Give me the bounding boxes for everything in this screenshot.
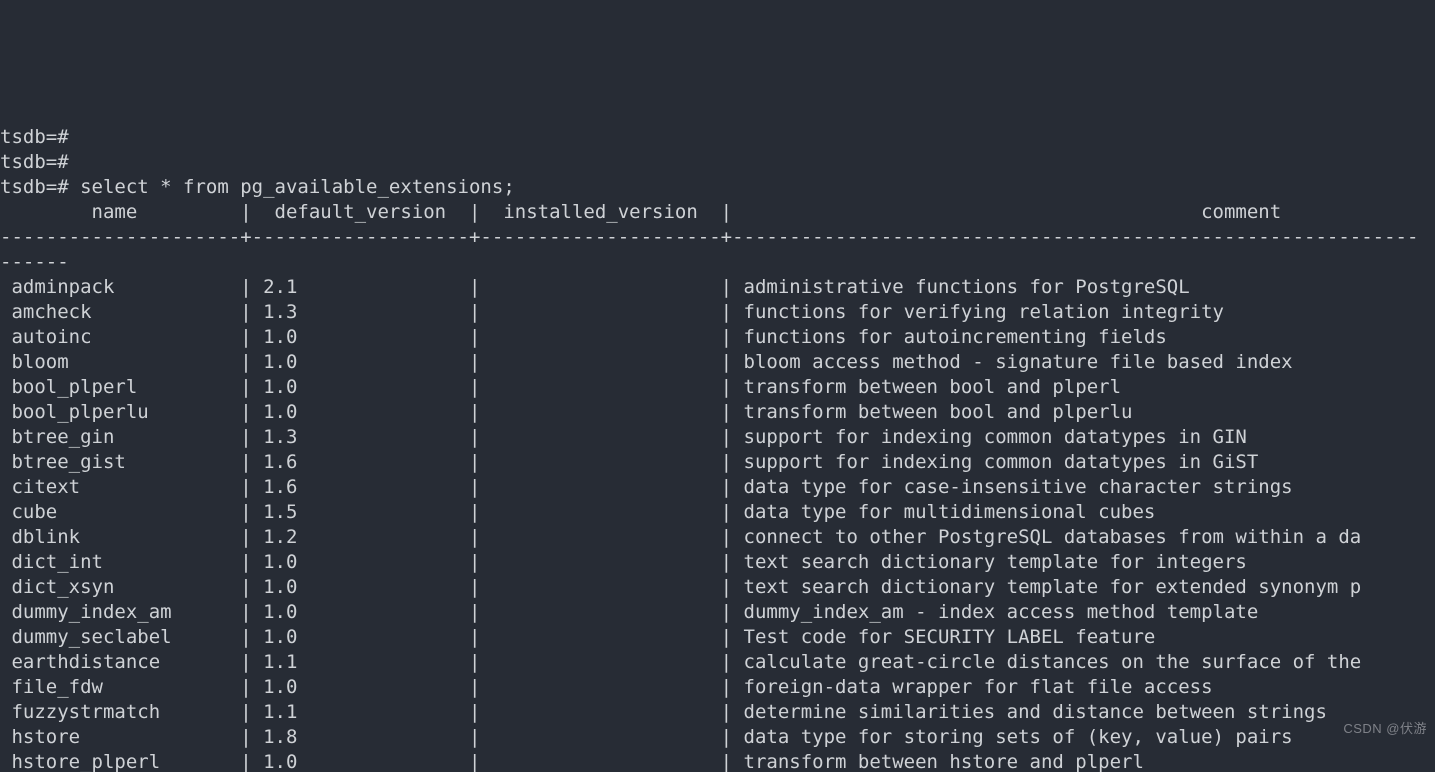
table-separator: ---------------------+------------------… [0,226,1418,248]
table-row: cube | 1.5 | | data type for multidimens… [0,501,1155,523]
table-row: dblink | 1.2 | | connect to other Postgr… [0,526,1361,548]
table-row: bool_plperl | 1.0 | | transform between … [0,376,1121,398]
table-row: hstore_plperl | 1.0 | | transform betwee… [0,751,1144,772]
table-row: fuzzystrmatch | 1.1 | | determine simila… [0,701,1327,723]
prompt-line-1: tsdb=# [0,126,69,148]
table-row: adminpack | 2.1 | | administrative funct… [0,276,1190,298]
terminal-output[interactable]: tsdb=# tsdb=# tsdb=# select * from pg_av… [0,125,1435,772]
table-row: dict_int | 1.0 | | text search dictionar… [0,551,1247,573]
table-row: earthdistance | 1.1 | | calculate great-… [0,651,1361,673]
table-row: bool_plperlu | 1.0 | | transform between… [0,401,1132,423]
watermark: CSDN @伏游 [1343,716,1427,741]
command-line: tsdb=# select * from pg_available_extens… [0,176,515,198]
table-row: dummy_seclabel | 1.0 | | Test code for S… [0,626,1155,648]
table-row: citext | 1.6 | | data type for case-inse… [0,476,1293,498]
table-separator-wrap: ------ [0,251,69,273]
table-header: name | default_version | installed_versi… [0,201,1281,223]
table-row: btree_gin | 1.3 | | support for indexing… [0,426,1247,448]
prompt-line-2: tsdb=# [0,151,69,173]
table-row: autoinc | 1.0 | | functions for autoincr… [0,326,1167,348]
table-row: amcheck | 1.3 | | functions for verifyin… [0,301,1224,323]
table-row: file_fdw | 1.0 | | foreign-data wrapper … [0,676,1213,698]
table-row: bloom | 1.0 | | bloom access method - si… [0,351,1293,373]
table-row: hstore | 1.8 | | data type for storing s… [0,726,1293,748]
table-row: dict_xsyn | 1.0 | | text search dictiona… [0,576,1361,598]
table-row: btree_gist | 1.6 | | support for indexin… [0,451,1258,473]
table-row: dummy_index_am | 1.0 | | dummy_index_am … [0,601,1258,623]
